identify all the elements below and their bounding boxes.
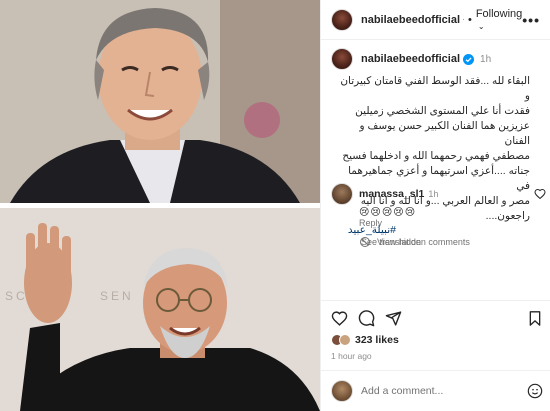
svg-text:SEN: SEN: [100, 289, 134, 303]
following-label: Following: [475, 7, 523, 20]
caption-header: nabilaebeedofficial 1h: [331, 48, 546, 70]
photo-man-waving: SC SEN: [0, 208, 320, 411]
photo-man-smiling: [0, 0, 320, 203]
divider: [321, 370, 550, 371]
verified-icon: [463, 19, 464, 20]
caption-line: مصطفي فهمي رحمهما الله و ادخلهما فسيح: [342, 150, 530, 162]
view-hidden-comments[interactable]: View hidden comments: [359, 236, 470, 248]
avatar[interactable]: [331, 8, 353, 31]
post-header: nabilaebeedofficial • Following ⌄ •••: [321, 0, 550, 40]
likes-row: 323 likes: [331, 334, 399, 346]
view-hidden-label: View hidden comments: [377, 237, 470, 247]
comment-username[interactable]: manassa_sl1: [359, 188, 424, 200]
following-button[interactable]: Following ⌄: [476, 8, 522, 32]
emoji-icon[interactable]: [527, 383, 543, 399]
caption-username[interactable]: nabilaebeedofficial: [361, 53, 460, 65]
add-comment-input[interactable]: [361, 385, 527, 397]
portrait-illustration-2: SC SEN: [0, 208, 320, 411]
username[interactable]: nabilaebeedofficial: [361, 14, 460, 26]
current-user-avatar: [331, 380, 353, 402]
comment-avatar[interactable]: [331, 183, 353, 205]
comment-heart-icon[interactable]: [534, 188, 546, 200]
comment-header: manassa_sl1 1h: [331, 183, 546, 205]
verified-icon: [463, 53, 475, 65]
caption-line: البقاء لله ...فقد الوسط الفني قامتان كبي…: [340, 75, 530, 102]
save-icon[interactable]: [527, 310, 543, 327]
hidden-icon: [360, 237, 370, 247]
comment-text: 😢😢😢😢😢: [359, 207, 417, 218]
portrait-illustration-1: [0, 0, 320, 203]
caption-line: عزيزين هما الفنان الكبير حسن يوسف و الفن…: [359, 120, 531, 147]
svg-text:SC: SC: [5, 289, 28, 303]
comment-time: 1h: [428, 189, 439, 199]
likes-count[interactable]: 323 likes: [355, 334, 399, 346]
comment-icon[interactable]: [358, 310, 375, 327]
post-panel: nabilaebeedofficial • Following ⌄ ••• na…: [320, 0, 550, 411]
share-icon[interactable]: [385, 310, 402, 327]
add-comment-bar: [331, 380, 543, 402]
liker-avatar: [339, 334, 351, 346]
caption-time: 1h: [480, 53, 492, 65]
chevron-down-icon: ⌄: [477, 21, 485, 31]
post-media[interactable]: SC SEN: [0, 0, 320, 411]
comment-item: manassa_sl1 1h 😢😢😢😢😢: [331, 183, 546, 218]
reply-button[interactable]: Reply: [359, 218, 382, 228]
post-time-ago[interactable]: 1 hour ago: [331, 351, 372, 361]
separator-dot: •: [467, 13, 472, 26]
more-options-icon[interactable]: •••: [522, 12, 540, 28]
action-bar: [331, 310, 543, 327]
heart-icon[interactable]: [331, 310, 348, 327]
divider: [321, 300, 550, 301]
caption-avatar[interactable]: [331, 48, 353, 70]
caption-line: فقدت أنا علي المستوى الشخصي زميلين: [355, 105, 530, 117]
